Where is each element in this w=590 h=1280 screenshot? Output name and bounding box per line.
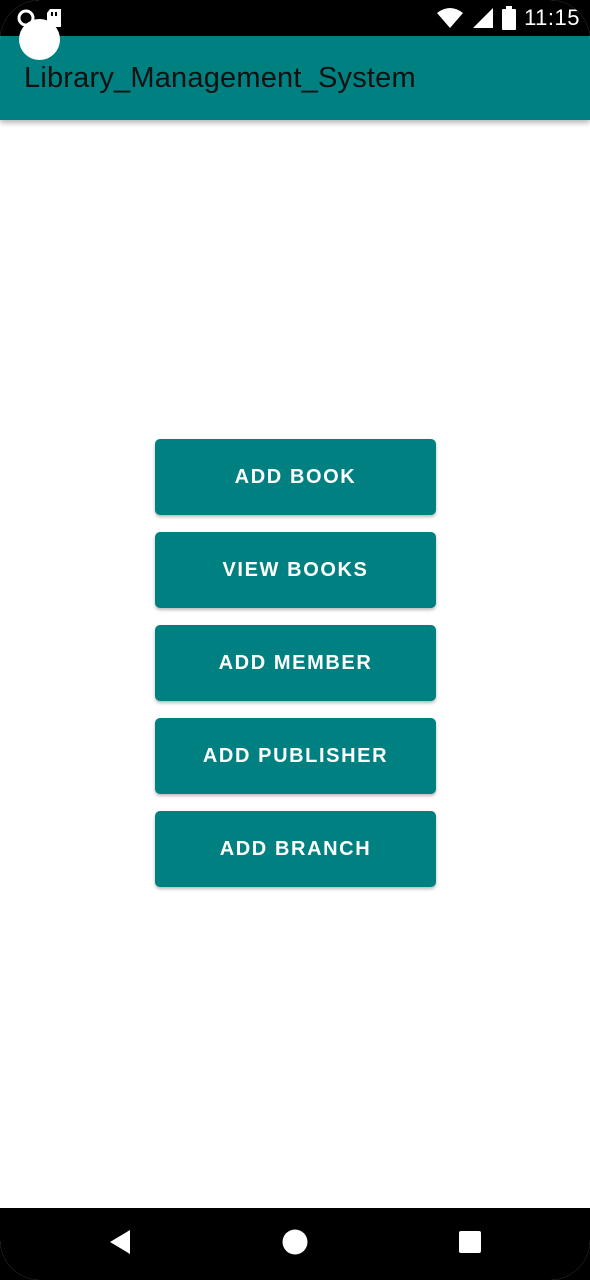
recents-button[interactable] <box>454 1228 486 1260</box>
wifi-icon <box>436 7 464 29</box>
battery-icon <box>502 6 517 30</box>
app-title: Library_Management_System <box>24 62 416 94</box>
button-stack: ADD BOOK VIEW BOOKS ADD MEMBER ADD PUBLI… <box>155 439 436 887</box>
main-content: ADD BOOK VIEW BOOKS ADD MEMBER ADD PUBLI… <box>0 120 590 1208</box>
signal-icon <box>472 7 494 29</box>
status-right: 11:15 <box>436 4 580 32</box>
home-button[interactable] <box>279 1228 311 1260</box>
app-bar: Library_Management_System <box>0 36 590 120</box>
status-time: 11:15 <box>524 5 580 30</box>
home-icon <box>282 1229 308 1260</box>
phone-screen: 11:15 Library_Management_System ADD BOOK… <box>0 0 590 1280</box>
view-books-button[interactable]: VIEW BOOKS <box>155 532 436 608</box>
add-book-button[interactable]: ADD BOOK <box>155 439 436 515</box>
back-button[interactable] <box>104 1228 136 1260</box>
add-member-button[interactable]: ADD MEMBER <box>155 625 436 701</box>
back-icon <box>108 1229 132 1260</box>
touch-indicator <box>19 19 60 60</box>
status-bar: 11:15 <box>0 0 590 36</box>
add-publisher-button[interactable]: ADD PUBLISHER <box>155 718 436 794</box>
navigation-bar <box>0 1208 590 1280</box>
add-branch-button[interactable]: ADD BRANCH <box>155 811 436 887</box>
recents-icon <box>458 1230 482 1259</box>
